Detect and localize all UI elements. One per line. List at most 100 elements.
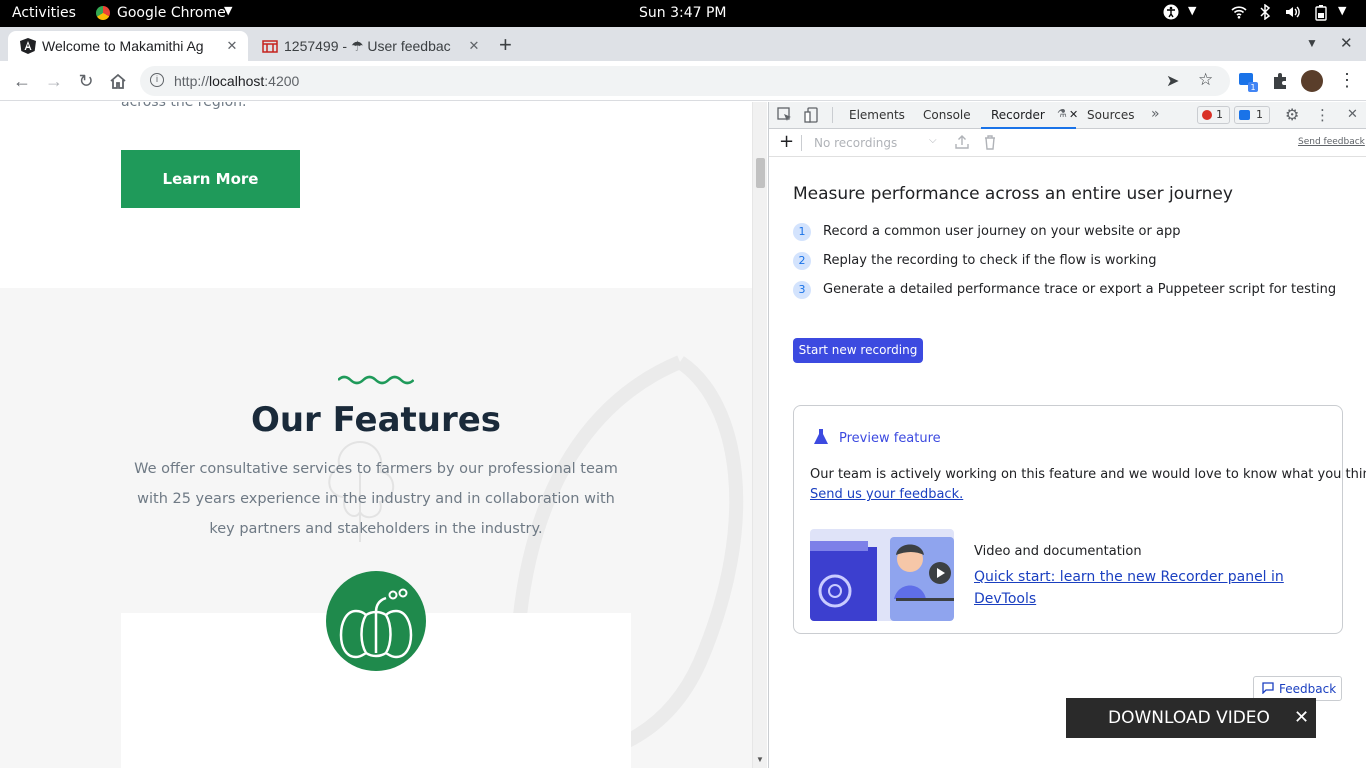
devtools-tab-bar: Elements Console Recorder ⚗ ✕ Sources » … bbox=[769, 102, 1366, 129]
step-number: 2 bbox=[793, 252, 811, 270]
download-video-bar[interactable]: DOWNLOAD VIDEO ✕ bbox=[1066, 698, 1316, 738]
reload-icon[interactable]: ↻ bbox=[74, 69, 98, 93]
pumpkin-icon bbox=[326, 571, 426, 671]
preview-feature-card: Preview feature Our team is actively wor… bbox=[793, 405, 1366, 634]
delete-recording-trash-icon[interactable] bbox=[984, 134, 996, 153]
tab-title: Welcome to Makamithi Ag bbox=[42, 38, 204, 54]
error-count: 1 bbox=[1216, 108, 1223, 121]
message-count: 1 bbox=[1256, 108, 1263, 121]
system-top-bar: Activities Google Chrome ▼ Sun 3:47 PM ▼… bbox=[0, 0, 1366, 27]
quick-start-link[interactable]: Quick start: learn the new Recorder pane… bbox=[974, 566, 1314, 610]
url-text: http://localhost:4200 bbox=[174, 73, 300, 89]
tab-close-icon[interactable]: ✕ bbox=[224, 38, 240, 54]
recorder-heading: Measure performance across an entire use… bbox=[793, 184, 1233, 204]
back-arrow-icon[interactable]: ← bbox=[10, 69, 34, 93]
browser-tab-strip: Welcome to Makamithi Ag ✕ 1257499 - ☂ Us… bbox=[0, 27, 1366, 61]
send-to-device-icon[interactable]: ➤ bbox=[1166, 71, 1179, 91]
chrome-app-icon bbox=[96, 6, 110, 20]
bluetooth-icon[interactable] bbox=[1258, 4, 1272, 20]
activities-button[interactable]: Activities bbox=[12, 5, 76, 21]
tab-console[interactable]: Console bbox=[923, 108, 971, 122]
hero-text-clipped: across the region. bbox=[121, 102, 247, 110]
volume-icon[interactable] bbox=[1284, 4, 1302, 20]
title-wave-divider bbox=[338, 375, 414, 385]
video-thumbnail[interactable] bbox=[810, 529, 954, 621]
window-close-icon[interactable]: ✕ bbox=[1340, 34, 1353, 52]
error-icon bbox=[1202, 110, 1212, 120]
address-bar[interactable]: i http://localhost:4200 ➤ ☆ bbox=[140, 66, 1230, 96]
profile-avatar[interactable] bbox=[1301, 70, 1323, 92]
devtools-close-icon[interactable]: ✕ bbox=[1347, 107, 1358, 122]
tab-search-chevron-down-icon[interactable]: ▼ bbox=[1306, 36, 1318, 50]
devtools-panel: Elements Console Recorder ⚗ ✕ Sources » … bbox=[768, 102, 1366, 768]
preview-feature-body: Our team is actively working on this fea… bbox=[810, 467, 1366, 482]
toolbar-divider bbox=[832, 107, 833, 123]
tab-user-feedback[interactable]: 1257499 - ☂ User feedbac ✕ bbox=[250, 31, 490, 61]
bug-tracker-favicon-icon bbox=[262, 38, 278, 54]
devtools-menu-icon[interactable]: ⋮ bbox=[1315, 106, 1330, 124]
forward-arrow-icon[interactable]: → bbox=[42, 69, 66, 93]
tab-recorder[interactable]: Recorder ⚗ ✕ bbox=[981, 102, 1078, 129]
toolbar-divider bbox=[801, 135, 802, 151]
send-feedback-link[interactable]: Send feedback bbox=[1298, 137, 1365, 147]
angular-favicon-icon bbox=[20, 38, 36, 54]
device-toolbar-icon[interactable] bbox=[804, 107, 820, 126]
download-close-icon[interactable]: ✕ bbox=[1294, 707, 1309, 728]
hero-section bbox=[0, 102, 752, 288]
app-menu-arrow-icon[interactable]: ▼ bbox=[224, 4, 232, 17]
tab-sources[interactable]: Sources bbox=[1087, 108, 1134, 122]
download-video-label[interactable]: DOWNLOAD VIDEO bbox=[1108, 708, 1270, 728]
start-new-recording-button[interactable]: Start new recording bbox=[793, 338, 923, 363]
browser-toolbar: ← → ↻ i http://localhost:4200 ➤ ☆ 1 ⋮ bbox=[0, 61, 1366, 101]
video-doc-heading: Video and documentation bbox=[974, 544, 1142, 559]
inspect-element-icon[interactable] bbox=[777, 107, 793, 126]
error-count-badge[interactable]: 1 bbox=[1197, 106, 1230, 124]
step-text: Replay the recording to check if the flo… bbox=[823, 253, 1157, 268]
site-info-icon[interactable]: i bbox=[150, 73, 164, 87]
export-recording-icon[interactable] bbox=[955, 134, 969, 153]
step-text: Generate a detailed performance trace or… bbox=[823, 282, 1337, 297]
app-menu-label[interactable]: Google Chrome bbox=[117, 5, 226, 21]
home-icon[interactable] bbox=[106, 69, 130, 93]
accessibility-menu-arrow-icon[interactable]: ▼ bbox=[1188, 4, 1196, 17]
tab-close-icon[interactable]: ✕ bbox=[466, 38, 482, 54]
extension-badge-icon[interactable]: 1 bbox=[1238, 71, 1258, 92]
svg-text:1: 1 bbox=[1250, 83, 1255, 92]
settings-gear-icon[interactable]: ⚙ bbox=[1285, 105, 1299, 124]
step-number: 1 bbox=[793, 223, 811, 241]
experiment-flask-icon: ⚗ bbox=[1057, 107, 1067, 120]
step-number: 3 bbox=[793, 281, 811, 299]
system-menu-arrow-icon[interactable]: ▼ bbox=[1338, 4, 1346, 17]
features-description: We offer consultative services to farmer… bbox=[134, 461, 618, 537]
recordings-select-chevron-icon[interactable]: ⌵ bbox=[929, 135, 937, 146]
tab-elements[interactable]: Elements bbox=[849, 108, 905, 122]
recorder-toolbar: + No recordings ⌵ Send feedback bbox=[769, 129, 1366, 157]
chrome-menu-icon[interactable]: ⋮ bbox=[1338, 70, 1356, 91]
bookmark-star-icon[interactable]: ☆ bbox=[1198, 70, 1213, 90]
tab-makamithi[interactable]: Welcome to Makamithi Ag ✕ bbox=[8, 31, 248, 61]
send-us-feedback-link[interactable]: Send us your feedback. bbox=[810, 487, 963, 502]
preview-feature-title: Preview feature bbox=[839, 431, 941, 446]
message-count-badge[interactable]: 1 bbox=[1234, 106, 1270, 124]
more-tabs-chevron-icon[interactable]: » bbox=[1151, 106, 1160, 122]
recordings-select[interactable]: No recordings bbox=[814, 136, 897, 150]
battery-icon[interactable] bbox=[1314, 4, 1328, 21]
page-scrollbar[interactable]: ▼ bbox=[752, 102, 767, 768]
extensions-puzzle-icon[interactable] bbox=[1271, 72, 1289, 95]
new-tab-button[interactable]: + bbox=[499, 32, 512, 58]
features-title: Our Features bbox=[250, 400, 502, 440]
create-recording-plus-icon[interactable]: + bbox=[779, 131, 794, 152]
clock[interactable]: Sun 3:47 PM bbox=[639, 5, 727, 21]
feedback-button-label: Feedback bbox=[1279, 682, 1337, 696]
tab-recorder-label: Recorder bbox=[991, 108, 1045, 122]
tab-title: 1257499 - ☂ User feedbac bbox=[284, 38, 451, 54]
preview-flask-icon bbox=[812, 428, 830, 450]
wifi-icon[interactable] bbox=[1231, 4, 1247, 20]
feedback-icon bbox=[1262, 682, 1274, 697]
message-icon bbox=[1239, 110, 1250, 120]
accessibility-icon[interactable] bbox=[1163, 4, 1179, 20]
learn-more-button[interactable]: Learn More bbox=[121, 150, 300, 208]
scrollbar-thumb[interactable] bbox=[756, 158, 765, 188]
scroll-down-arrow-icon[interactable]: ▼ bbox=[756, 755, 764, 764]
tab-recorder-close-icon[interactable]: ✕ bbox=[1069, 108, 1078, 121]
